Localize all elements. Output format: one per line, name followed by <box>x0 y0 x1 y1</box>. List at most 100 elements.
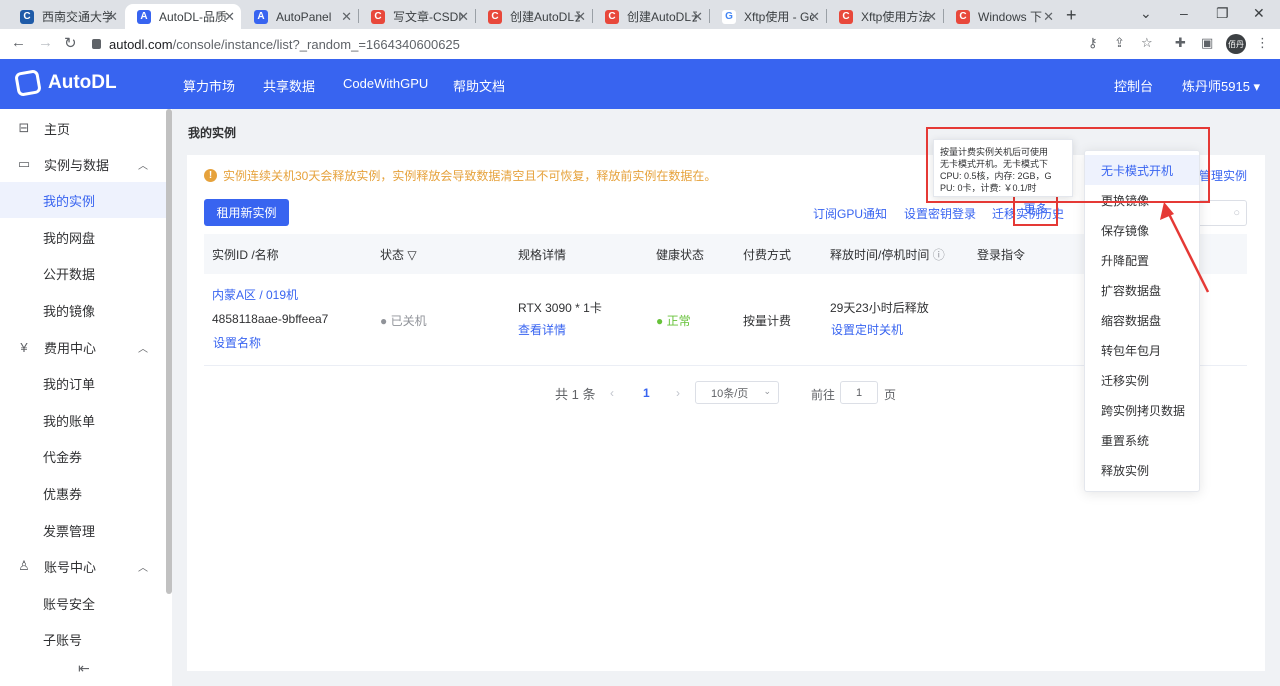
nav-compute-market[interactable]: 算力市场 <box>183 76 235 95</box>
sidebar-item-label: 优惠券 <box>43 486 83 502</box>
browser-tab[interactable]: A AutoPanel ✕ <box>242 4 358 29</box>
sidebar-item-label: 代金券 <box>43 449 83 465</box>
schedule-shutdown-link[interactable]: 设置定时关机 <box>831 321 903 338</box>
sidebar-item-label: 我的网盘 <box>43 230 96 246</box>
sidebar-group-instances[interactable]: ▭ 实例与数据 ︿ <box>0 146 166 182</box>
sidebar-item-my-instances[interactable]: 我的实例 <box>0 182 166 218</box>
menu-item-release-instance[interactable]: 释放实例 <box>1085 455 1199 485</box>
menu-item-cross-copy-data[interactable]: 跨实例拷贝数据 <box>1085 395 1199 425</box>
sidebar-item-label: 我的实例 <box>43 193 96 209</box>
sidebar-item-public-data[interactable]: 公开数据 <box>0 255 166 291</box>
sidebar-item-account-security[interactable]: 账号安全 <box>0 585 166 621</box>
app-header: AutoDL 算力市场 共享数据 CodeWithGPU 帮助文档 控制台 炼丹… <box>0 59 1280 109</box>
kebab-menu-icon[interactable]: ⋮ <box>1256 35 1269 51</box>
minimize-icon[interactable]: – <box>1180 5 1188 21</box>
close-icon[interactable]: ✕ <box>1043 9 1054 25</box>
set-name-link[interactable]: 设置名称 <box>213 334 261 351</box>
sidebar-item-label: 费用中心 <box>44 340 97 356</box>
sidebar-group-account[interactable]: ♙ 账号中心 ︿ <box>0 548 166 584</box>
sidebar-item-vouchers[interactable]: 代金券 <box>0 438 166 474</box>
browser-toolbar: ← → ↻ autodl.com/console/instance/list?_… <box>0 29 1280 59</box>
prev-page-icon[interactable]: ‹ <box>610 386 614 400</box>
back-arrow-icon[interactable]: ← <box>11 34 26 51</box>
browser-tab[interactable]: G Xftp使用 - Go ✕ <box>710 4 826 29</box>
close-icon[interactable]: ✕ <box>224 9 235 25</box>
tab-search-chevron-icon[interactable]: ⌄ <box>1140 5 1152 22</box>
share-icon[interactable]: ⇪ <box>1114 35 1125 51</box>
sidebar-group-billing[interactable]: ¥ 费用中心 ︿ <box>0 329 166 365</box>
rent-new-instance-button[interactable]: 租用新实例 <box>204 199 289 226</box>
status-badge: ● 已关机 <box>380 314 427 328</box>
browser-tab[interactable]: C Xftp使用方法 ✕ <box>827 4 943 29</box>
filter-icon[interactable]: ▽ <box>407 248 416 262</box>
set-ssh-key-link[interactable]: 设置密钥登录 <box>904 205 976 222</box>
tab-title: 创建AutoDL云 <box>510 10 580 24</box>
csdn-favicon-icon: C <box>488 9 502 24</box>
tab-title: Xftp使用 - Go <box>744 10 814 24</box>
collapse-sidebar-icon[interactable]: ⇤ <box>78 660 90 677</box>
logo-text: AutoDL <box>48 72 117 93</box>
profile-avatar[interactable]: 佰丹 <box>1226 34 1246 54</box>
star-icon[interactable]: ☆ <box>1141 35 1153 51</box>
menu-item-reset-system[interactable]: 重置系统 <box>1085 425 1199 455</box>
sidebar-item-my-disk[interactable]: 我的网盘 <box>0 219 166 255</box>
user-menu[interactable]: 炼丹师5915 ▾ <box>1182 76 1260 95</box>
browser-tab[interactable]: C 创建AutoDL云 ✕ <box>476 4 592 29</box>
maximize-icon[interactable]: ❐ <box>1216 5 1229 22</box>
browser-tab[interactable]: C 西南交通大学 ✕ <box>8 4 124 29</box>
sidebar-item-sub-accounts[interactable]: 子账号 <box>0 621 166 657</box>
col-release-time: 释放时间/停机时间 ⓘ <box>830 248 945 262</box>
menu-item-shrink-disk[interactable]: 缩容数据盘 <box>1085 305 1199 335</box>
annotation-highlight-box <box>926 127 1210 203</box>
sidebar-item-my-bills[interactable]: 我的账单 <box>0 402 166 438</box>
close-icon[interactable]: ✕ <box>809 9 820 25</box>
nav-codewithgpu[interactable]: CodeWithGPU <box>343 76 428 91</box>
menu-item-migrate-instance[interactable]: 迁移实例 <box>1085 365 1199 395</box>
sidebar-item-my-images[interactable]: 我的镜像 <box>0 292 166 328</box>
close-icon[interactable]: ✕ <box>575 9 586 25</box>
sidepanel-icon[interactable]: ▣ <box>1201 35 1213 51</box>
sidebar-item-label: 实例与数据 <box>44 157 110 173</box>
instance-region-link[interactable]: 内蒙A区 / 019机 <box>212 286 298 303</box>
next-page-icon[interactable]: › <box>676 386 680 400</box>
new-tab-plus-icon[interactable]: + <box>1066 5 1077 26</box>
col-spec: 规格详情 <box>518 248 567 262</box>
search-icon: ○ <box>1233 207 1240 219</box>
autodl-logo-icon <box>14 69 42 97</box>
nav-help-docs[interactable]: 帮助文档 <box>453 76 505 95</box>
browser-tab[interactable]: C Windows 下 ✕ <box>944 4 1060 29</box>
subscribe-gpu-link[interactable]: 订阅GPU通知 <box>813 205 887 222</box>
col-status[interactable]: 状态 ▽ <box>380 246 417 263</box>
col-health: 健康状态 <box>656 248 705 262</box>
tab-title: AutoPanel <box>276 9 332 24</box>
close-icon[interactable]: ✕ <box>926 9 937 25</box>
goto-page-input[interactable]: 1 <box>840 381 878 404</box>
browser-tab[interactable]: C 创建AutoDL云 ✕ <box>593 4 709 29</box>
forward-arrow-icon[interactable]: → <box>38 34 53 51</box>
sidebar-item-coupons[interactable]: 优惠券 <box>0 475 166 511</box>
close-icon[interactable]: ✕ <box>107 9 118 25</box>
view-details-link[interactable]: 查看详情 <box>518 321 566 338</box>
close-icon[interactable]: ✕ <box>692 9 703 25</box>
help-circle-icon[interactable]: ⓘ <box>933 248 945 262</box>
sidebar-item-my-orders[interactable]: 我的订单 <box>0 365 166 401</box>
address-bar[interactable]: autodl.com/console/instance/list?_random… <box>88 32 1088 56</box>
sidebar-item-home[interactable]: ⊟ 主页 <box>0 110 166 146</box>
close-window-icon[interactable]: ✕ <box>1253 5 1265 22</box>
close-icon[interactable]: ✕ <box>458 9 469 25</box>
nav-shared-data[interactable]: 共享数据 <box>263 76 315 95</box>
page-size-select[interactable]: 10条/页 ⌄ <box>695 381 779 404</box>
sidebar-item-invoices[interactable]: 发票管理 <box>0 512 166 548</box>
close-icon[interactable]: ✕ <box>341 9 352 25</box>
menu-item-convert-monthly[interactable]: 转包年包月 <box>1085 335 1199 365</box>
nav-console[interactable]: 控制台 <box>1114 76 1153 95</box>
reload-icon[interactable]: ↻ <box>64 34 77 52</box>
autodl-logo[interactable]: AutoDL <box>14 69 117 97</box>
key-icon[interactable]: ⚷ <box>1088 35 1098 51</box>
browser-tab[interactable]: C 写文章-CSDN ✕ <box>359 4 475 29</box>
sidebar-item-label: 我的订单 <box>43 376 96 392</box>
extensions-puzzle-icon[interactable]: ✚ <box>1175 35 1186 51</box>
release-notice: ! 实例连续关机30天会释放实例，实例释放会导致数据清空且不可恢复，释放前实例在… <box>204 167 716 184</box>
page-number-current[interactable]: 1 <box>643 386 650 400</box>
browser-tab-active[interactable]: A AutoDL-品质 ✕ <box>125 4 241 29</box>
